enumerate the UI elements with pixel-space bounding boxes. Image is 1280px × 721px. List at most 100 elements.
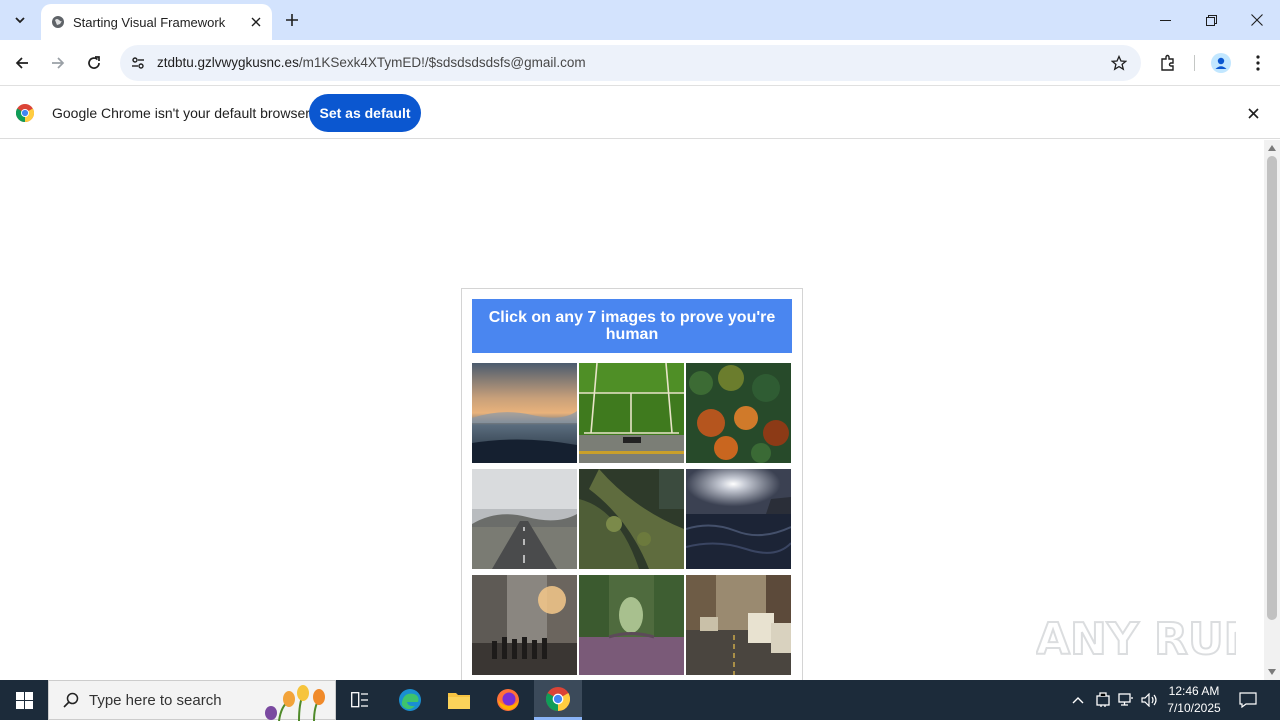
infobar-message: Google Chrome isn't your default browser <box>52 105 310 121</box>
captcha-tile-tree-tunnel[interactable] <box>579 575 684 675</box>
clock-date: 7/10/2025 <box>1167 701 1221 715</box>
minimize-icon <box>1159 19 1171 21</box>
default-browser-infobar: Google Chrome isn't your default browser… <box>0 87 1280 139</box>
captcha-tile-mossy-tree[interactable] <box>579 469 684 569</box>
captcha-instruction: Click on any 7 images to prove you're hu… <box>472 299 792 353</box>
tab-active[interactable]: Starting Visual Framework <box>41 4 272 40</box>
close-icon <box>1251 14 1263 26</box>
captcha-tile-tennis-court[interactable] <box>579 363 684 463</box>
captcha-tile-city-street-crowd[interactable] <box>472 575 577 675</box>
scroll-thumb[interactable] <box>1267 156 1277 620</box>
bookmark-star-icon[interactable] <box>1109 53 1129 73</box>
url-text: ztdbtu.gzlvwygkusnc.es/m1KSexk4XTymED!/$… <box>157 55 586 70</box>
network-icon <box>1118 693 1133 706</box>
chrome-logo-icon <box>16 104 34 122</box>
restore-icon <box>1205 14 1217 26</box>
site-info-icon[interactable] <box>128 53 148 73</box>
taskbar-search-box[interactable]: Type here to search <box>48 680 336 721</box>
captcha-tile-beach-sunset[interactable] <box>472 363 577 463</box>
browser-toolbar: ztdbtu.gzlvwygkusnc.es/m1KSexk4XTymED!/$… <box>0 40 1280 86</box>
taskbar-chrome[interactable] <box>534 680 582 720</box>
forward-button[interactable] <box>44 49 72 77</box>
url-host: ztdbtu.gzlvwygkusnc.es <box>157 55 299 70</box>
puzzle-icon <box>1161 54 1174 71</box>
device-icon <box>1096 692 1110 707</box>
ocean-sun-image <box>686 469 791 569</box>
toolbar-divider <box>1194 55 1195 71</box>
taskbar-clock[interactable]: 12:46 AM 7/10/2025 <box>1160 683 1228 717</box>
close-window-button[interactable] <box>1234 0 1280 40</box>
task-view-icon <box>351 692 368 708</box>
menu-button[interactable] <box>1244 49 1272 77</box>
set-as-default-button[interactable]: Set as default <box>309 94 421 132</box>
tab-search-button[interactable] <box>6 6 34 34</box>
notification-icon <box>1239 692 1257 708</box>
new-tab-button[interactable] <box>280 8 304 32</box>
tennis-court-image <box>579 363 684 463</box>
tab-close-button[interactable] <box>246 12 266 32</box>
profile-icon <box>1211 53 1231 73</box>
tulip-decoration-icon <box>265 685 325 721</box>
tray-network-button[interactable] <box>1116 690 1136 710</box>
anyrun-watermark-logo: ANY RUN <box>1036 613 1236 666</box>
start-button[interactable] <box>0 680 48 720</box>
scroll-down-button[interactable] <box>1264 666 1280 678</box>
chevron-up-icon <box>1072 697 1084 704</box>
show-hidden-icons-button[interactable] <box>1068 690 1088 710</box>
close-icon <box>1247 107 1259 119</box>
scroll-up-button[interactable] <box>1264 142 1280 154</box>
more-vert-icon <box>1256 55 1260 71</box>
tray-device-button[interactable] <box>1093 690 1113 710</box>
chevron-down-icon <box>15 17 25 24</box>
plus-icon <box>286 14 298 26</box>
reload-button[interactable] <box>80 49 108 77</box>
minimize-button[interactable] <box>1142 0 1188 40</box>
page-viewport: Click on any 7 images to prove you're hu… <box>0 140 1280 680</box>
clock-time: 12:46 AM <box>1168 684 1220 698</box>
captcha-tile-ocean-sun[interactable] <box>686 469 791 569</box>
tree-tunnel-image <box>579 575 684 675</box>
firefox-icon <box>497 689 519 711</box>
autumn-forest-image <box>686 363 791 463</box>
url-path: /m1KSexk4XTymED!/$sdsdsdsdsfs@gmail.com <box>298 55 586 70</box>
captcha-tile-misty-road[interactable] <box>472 469 577 569</box>
speaker-icon <box>1141 693 1157 707</box>
page-scrollbar[interactable] <box>1264 140 1280 680</box>
folder-icon <box>448 693 470 709</box>
arrow-left-icon <box>15 57 28 69</box>
extensions-button[interactable] <box>1154 49 1182 77</box>
search-placeholder: Type here to search <box>89 691 222 709</box>
address-bar[interactable]: ztdbtu.gzlvwygkusnc.es/m1KSexk4XTymED!/$… <box>120 45 1141 81</box>
triangle-up-icon <box>1268 145 1276 151</box>
globe-icon <box>51 15 65 29</box>
arrow-right-icon <box>52 57 65 69</box>
windows-logo-icon <box>15 691 33 709</box>
tab-strip: Starting Visual Framework <box>0 0 1280 40</box>
reload-icon <box>88 56 100 69</box>
beach-sunset-image <box>472 363 577 463</box>
taskbar-firefox[interactable] <box>484 680 532 720</box>
taskbar-edge[interactable] <box>386 680 434 720</box>
edge-icon <box>399 689 421 711</box>
profile-button[interactable] <box>1207 49 1235 77</box>
captcha-tile-tram-street[interactable] <box>686 575 791 675</box>
restore-button[interactable] <box>1188 0 1234 40</box>
infobar-close-button[interactable] <box>1242 102 1264 124</box>
windows-taskbar: Type here to search 12:46 AM 7/10/2025 <box>0 680 1280 721</box>
search-icon <box>61 690 81 710</box>
back-button[interactable] <box>8 49 36 77</box>
notifications-button[interactable] <box>1238 690 1258 710</box>
watermark-text: ANY RUN <box>1036 614 1236 665</box>
mossy-tree-image <box>579 469 684 569</box>
chrome-icon <box>546 686 570 711</box>
tray-volume-button[interactable] <box>1140 690 1160 710</box>
tram-street-image <box>686 575 791 675</box>
misty-road-image <box>472 469 577 569</box>
task-view-button[interactable] <box>336 680 384 720</box>
captcha-widget: Click on any 7 images to prove you're hu… <box>461 288 803 680</box>
close-icon <box>251 17 261 27</box>
taskbar-file-explorer[interactable] <box>435 680 483 720</box>
city-street-crowd-image <box>472 575 577 675</box>
captcha-tile-autumn-forest[interactable] <box>686 363 791 463</box>
triangle-down-icon <box>1268 669 1276 675</box>
